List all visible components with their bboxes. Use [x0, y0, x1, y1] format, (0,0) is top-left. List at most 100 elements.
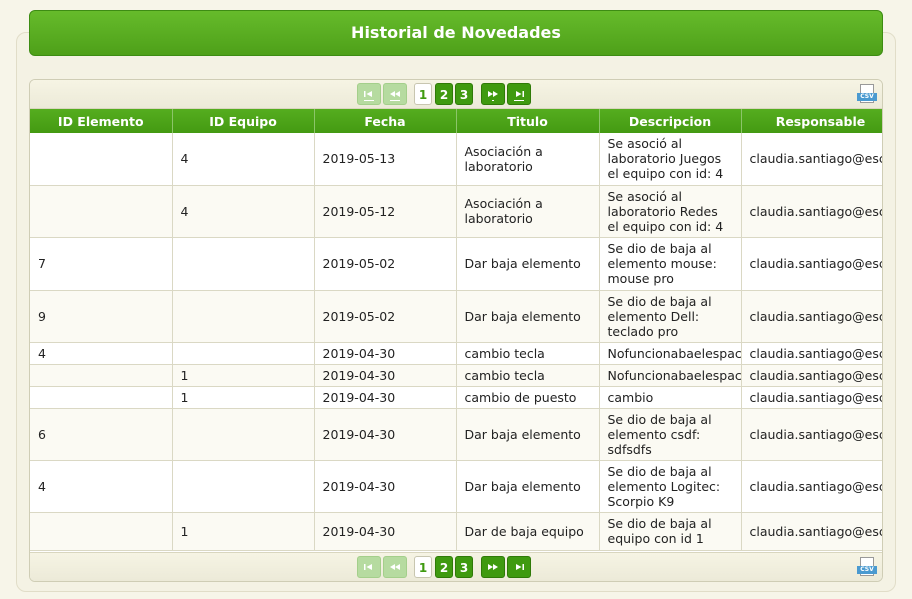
page-1-button[interactable]: 1: [414, 83, 432, 105]
cell-id-equipo: 1: [172, 364, 315, 387]
cell-responsable: claudia.santiago@escue: [741, 408, 882, 461]
cell-id-elemento: 7: [30, 237, 173, 291]
first-page-icon: [364, 91, 374, 101]
cell-titulo: Dar baja elemento: [456, 237, 600, 291]
table-row[interactable]: 6 2019-04-30 Dar baja elemento Se dio de…: [30, 408, 882, 461]
prev-page-button[interactable]: [383, 556, 407, 578]
cell-titulo: Dar baja elemento: [456, 408, 600, 461]
cell-id-elemento: [30, 386, 173, 409]
column-header-id-elemento[interactable]: ID Elemento: [30, 109, 173, 133]
cell-titulo: cambio tecla: [456, 364, 600, 387]
pager-top: 1 2 3 CSV: [30, 80, 882, 109]
page-1-button[interactable]: 1: [414, 556, 432, 578]
cell-id-equipo: [172, 237, 315, 291]
first-page-button[interactable]: [357, 83, 381, 105]
table-row[interactable]: 1 2019-04-30 cambio de puesto cambio cla…: [30, 386, 882, 409]
cell-fecha: 2019-04-30: [314, 460, 457, 513]
table-row[interactable]: 4 2019-04-30 cambio tecla Nofuncionabael…: [30, 342, 882, 365]
first-page-button[interactable]: [357, 556, 381, 578]
history-grid: 1 2 3 CSV ID Elemento ID Equipo Fecha Ti…: [29, 79, 883, 582]
cell-descripcion: Se dio de baja al elemento Dell: teclado…: [599, 290, 742, 343]
csv-label: CSV: [857, 566, 877, 574]
cell-fecha: 2019-05-02: [314, 237, 457, 291]
cell-id-elemento: [30, 185, 173, 238]
cell-responsable: claudia.santiago@escue: [741, 185, 882, 238]
novedades-table: ID Elemento ID Equipo Fecha Titulo Descr…: [30, 109, 882, 551]
cell-id-equipo: [172, 460, 315, 513]
table-row[interactable]: 4 2019-05-13 Asociación a laboratorio Se…: [30, 133, 882, 186]
page-3-button[interactable]: 3: [455, 83, 473, 105]
next-page-button[interactable]: [481, 83, 505, 105]
table-row[interactable]: 1 2019-04-30 cambio tecla Nofuncionabael…: [30, 364, 882, 387]
cell-id-elemento: 4: [30, 342, 173, 365]
column-header-fecha[interactable]: Fecha: [314, 109, 457, 133]
next-page-button[interactable]: [481, 556, 505, 578]
cell-id-elemento: 9: [30, 290, 173, 343]
prev-page-icon: [390, 91, 400, 101]
table-row[interactable]: 1 2019-04-30 Dar de baja equipo Se dio d…: [30, 512, 882, 551]
page-2-button[interactable]: 2: [435, 83, 453, 105]
cell-descripcion: Se asoció al laboratorio Redes el equipo…: [599, 185, 742, 238]
next-page-icon: [488, 564, 498, 570]
page-2-button[interactable]: 2: [435, 556, 453, 578]
table-row[interactable]: 4 2019-04-30 Dar baja elemento Se dio de…: [30, 460, 882, 513]
column-header-id-equipo[interactable]: ID Equipo: [172, 109, 315, 133]
cell-descripcion: Se dio de baja al equipo con id 1: [599, 512, 742, 551]
cell-fecha: 2019-04-30: [314, 342, 457, 365]
cell-responsable: claudia.santiago@escue: [741, 237, 882, 291]
cell-titulo: Dar baja elemento: [456, 290, 600, 343]
cell-responsable: claudia.santiago@escue: [741, 133, 882, 186]
prev-page-button[interactable]: [383, 83, 407, 105]
cell-responsable: claudia.santiago@escue: [741, 512, 882, 551]
cell-descripcion: Se asoció al laboratorio Juegos el equip…: [599, 133, 742, 186]
csv-export-button[interactable]: CSV: [857, 84, 877, 105]
table-row[interactable]: 9 2019-05-02 Dar baja elemento Se dio de…: [30, 290, 882, 343]
cell-responsable: claudia.santiago@escue: [741, 290, 882, 343]
cell-descripcion: Se dio de baja al elemento mouse: mouse …: [599, 237, 742, 291]
cell-id-equipo: 4: [172, 133, 315, 186]
page-3-button[interactable]: 3: [455, 556, 473, 578]
csv-label: CSV: [857, 93, 877, 101]
cell-titulo: Asociación a laboratorio: [456, 133, 600, 186]
cell-responsable: claudia.santiago@escue: [741, 364, 882, 387]
cell-titulo: Dar baja elemento: [456, 460, 600, 513]
cell-titulo: Asociación a laboratorio: [456, 185, 600, 238]
cell-titulo: cambio tecla: [456, 342, 600, 365]
cell-descripcion: cambio: [599, 386, 742, 409]
cell-titulo: cambio de puesto: [456, 386, 600, 409]
last-page-button[interactable]: [507, 556, 531, 578]
next-page-icon: [488, 91, 498, 101]
cell-id-elemento: 6: [30, 408, 173, 461]
cell-id-elemento: 4: [30, 460, 173, 513]
cell-fecha: 2019-04-30: [314, 386, 457, 409]
cell-descripcion: Nofuncionabaelespacio: [599, 342, 742, 365]
cell-responsable: claudia.santiago@escue: [741, 386, 882, 409]
column-header-titulo[interactable]: Titulo: [456, 109, 600, 133]
column-header-responsable[interactable]: Responsable: [741, 109, 882, 133]
prev-page-icon: [390, 564, 400, 570]
cell-fecha: 2019-04-30: [314, 408, 457, 461]
last-page-icon: [516, 564, 524, 570]
cell-id-elemento: [30, 512, 173, 551]
cell-titulo: Dar de baja equipo: [456, 512, 600, 551]
cell-descripcion: Nofuncionabaelespacio: [599, 364, 742, 387]
cell-responsable: claudia.santiago@escue: [741, 342, 882, 365]
table-row[interactable]: 4 2019-05-12 Asociación a laboratorio Se…: [30, 185, 882, 238]
cell-id-equipo: 1: [172, 386, 315, 409]
cell-fecha: 2019-05-12: [314, 185, 457, 238]
column-header-descripcion[interactable]: Descripcion: [599, 109, 742, 133]
cell-fecha: 2019-04-30: [314, 512, 457, 551]
pager-bottom: 1 2 3 CSV: [30, 552, 882, 581]
first-page-icon: [364, 564, 372, 570]
table-header-row: ID Elemento ID Equipo Fecha Titulo Descr…: [30, 109, 882, 133]
table-row[interactable]: 7 2019-05-02 Dar baja elemento Se dio de…: [30, 237, 882, 291]
last-page-button[interactable]: [507, 83, 531, 105]
cell-fecha: 2019-04-30: [314, 364, 457, 387]
cell-fecha: 2019-05-02: [314, 290, 457, 343]
last-page-icon: [514, 91, 524, 101]
page-title: Historial de Novedades: [29, 10, 883, 56]
cell-id-elemento: [30, 364, 173, 387]
cell-id-equipo: 1: [172, 512, 315, 551]
csv-export-button[interactable]: CSV: [857, 557, 877, 578]
cell-id-equipo: [172, 290, 315, 343]
